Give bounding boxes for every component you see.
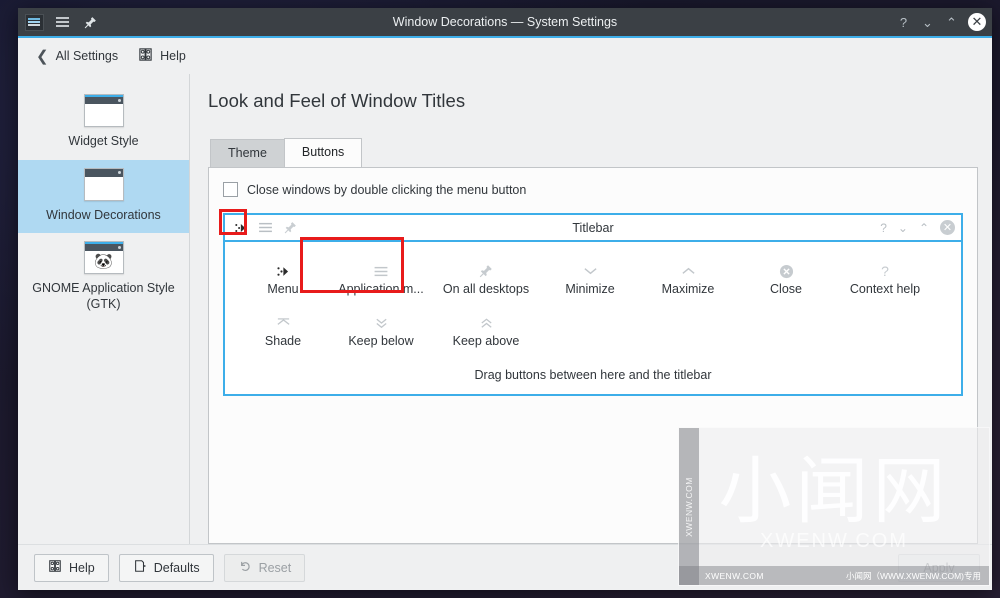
available-button-label: Menu	[267, 282, 299, 296]
preview-application-menu-button[interactable]	[254, 217, 276, 238]
toolbar-help-button[interactable]: Help	[138, 47, 186, 65]
maximize-icon[interactable]: ⌃	[944, 14, 959, 30]
question-mark-icon: ?	[881, 263, 889, 279]
defaults-button[interactable]: Defaults	[118, 553, 214, 582]
keep-above-pin-icon[interactable]	[77, 9, 103, 35]
double-chevron-down-icon	[374, 314, 389, 332]
available-buttons-dropzone[interactable]: Menu Application m... On all desktops Mi…	[225, 242, 961, 394]
available-button-label: Keep below	[348, 334, 414, 348]
preview-titlebar-title: Titlebar	[572, 220, 614, 235]
shade-icon	[276, 314, 291, 332]
window-preview-icon	[83, 94, 124, 127]
app-icon[interactable]	[21, 9, 47, 35]
window-preview-icon	[83, 167, 124, 201]
preview-minimize-button[interactable]: ⌄	[898, 221, 908, 235]
close-circle-icon	[779, 262, 794, 280]
apply-button: Apply	[898, 553, 980, 582]
titlebar-preview: Titlebar ? ⌄ ⌃ ✕ Menu Application m... O…	[223, 213, 963, 396]
preview-context-help-button[interactable]: ?	[880, 221, 887, 235]
close-on-double-click-label: Close windows by double clicking the men…	[247, 182, 527, 197]
chevron-down-icon	[583, 262, 598, 280]
available-button-label: Context help	[849, 282, 921, 296]
available-button-application-menu[interactable]: Application m...	[331, 258, 431, 302]
available-button-on-all-desktops[interactable]: On all desktops	[431, 258, 541, 302]
window-body: Widget Style Window Decorations 🐼 GNOME …	[18, 74, 992, 544]
system-settings-window: Window Decorations — System Settings ? ⌄…	[18, 8, 992, 590]
all-settings-button[interactable]: ❮ All Settings	[36, 47, 118, 65]
settings-sidebar: Widget Style Window Decorations 🐼 GNOME …	[18, 74, 190, 544]
available-buttons-row-2: Shade Keep below Keep above	[225, 310, 961, 354]
toolbar-help-label: Help	[160, 49, 186, 63]
available-button-keep-above[interactable]: Keep above	[431, 310, 541, 354]
available-button-label: Maximize	[661, 282, 715, 296]
sidebar-item-label: Window Decorations	[46, 207, 161, 222]
preview-titlebar: Titlebar ? ⌄ ⌃ ✕	[225, 215, 961, 242]
preview-titlebar-left-buttons	[229, 217, 301, 238]
tab-bar: Theme Buttons	[210, 138, 978, 167]
titlebar-controls: ? ⌄ ⌃ ✕	[896, 13, 992, 31]
reset-button: Reset	[223, 553, 306, 582]
document-revert-icon	[133, 559, 147, 576]
available-button-label: On all desktops	[442, 282, 530, 296]
undo-arrow-icon	[238, 559, 252, 576]
buttons-tab-panel: Close windows by double clicking the men…	[208, 167, 978, 544]
close-icon[interactable]: ✕	[968, 13, 986, 31]
chevron-up-icon	[681, 262, 696, 280]
available-button-maximize[interactable]: Maximize	[639, 258, 737, 302]
drag-hint-text: Drag buttons between here and the titleb…	[474, 368, 712, 382]
help-book-icon	[138, 47, 153, 65]
help-button-label: Help	[69, 560, 95, 575]
window-title: Window Decorations — System Settings	[392, 15, 618, 29]
tab-theme[interactable]: Theme	[210, 139, 285, 167]
hamburger-icon	[374, 262, 388, 280]
preview-menu-button[interactable]	[229, 217, 251, 238]
preview-close-button[interactable]: ✕	[940, 220, 955, 235]
preview-keep-above-button[interactable]	[279, 217, 301, 238]
menu-dots-icon	[275, 262, 291, 280]
available-button-label: Application m...	[338, 282, 424, 296]
available-button-close[interactable]: Close	[737, 258, 835, 302]
main-content: Look and Feel of Window Titles Theme But…	[190, 74, 992, 544]
page-title: Look and Feel of Window Titles	[208, 90, 466, 111]
gnome-window-icon: 🐼	[83, 241, 124, 275]
tab-buttons[interactable]: Buttons	[283, 138, 363, 167]
available-button-menu[interactable]: Menu	[235, 258, 331, 302]
available-button-keep-below[interactable]: Keep below	[331, 310, 431, 354]
all-settings-label: All Settings	[55, 49, 119, 63]
app-toolbar: ❮ All Settings Help	[18, 38, 992, 74]
bottom-button-bar: Help Defaults Reset Apply	[18, 544, 992, 590]
minimize-icon[interactable]: ⌄	[920, 14, 935, 30]
help-button[interactable]: Help	[34, 553, 109, 582]
help-book-icon	[48, 559, 62, 576]
available-button-shade[interactable]: Shade	[235, 310, 331, 354]
reset-button-label: Reset	[258, 560, 292, 575]
context-help-icon[interactable]: ?	[896, 14, 911, 30]
preview-titlebar-right-buttons: ? ⌄ ⌃ ✕	[880, 220, 955, 235]
menu-icon[interactable]	[49, 9, 75, 35]
double-chevron-up-icon	[479, 314, 494, 332]
window-titlebar: Window Decorations — System Settings ? ⌄…	[18, 8, 992, 38]
available-button-minimize[interactable]: Minimize	[541, 258, 639, 302]
chevron-left-icon: ❮	[36, 48, 49, 65]
available-button-context-help[interactable]: ? Context help	[835, 258, 935, 302]
close-on-double-click-checkbox[interactable]	[223, 182, 238, 197]
sidebar-item-window-decorations[interactable]: Window Decorations	[18, 159, 189, 234]
apply-button-label: Apply	[923, 560, 955, 575]
sidebar-item-gnome-application-style[interactable]: 🐼 GNOME Application Style (GTK)	[18, 233, 189, 322]
preview-maximize-button[interactable]: ⌃	[919, 221, 929, 235]
sidebar-item-label: Widget Style	[68, 134, 139, 148]
titlebar-left-buttons	[18, 9, 103, 35]
available-button-label: Minimize	[565, 282, 615, 296]
available-button-label: Close	[770, 282, 802, 296]
available-button-label: Keep above	[452, 334, 520, 348]
sidebar-item-widget-style[interactable]: Widget Style	[18, 86, 189, 160]
available-button-label: Shade	[264, 334, 302, 348]
defaults-button-label: Defaults	[153, 560, 200, 575]
close-on-double-click-checkbox-row[interactable]: Close windows by double clicking the men…	[223, 182, 963, 197]
pin-icon	[479, 262, 493, 280]
available-buttons-row-1: Menu Application m... On all desktops Mi…	[225, 258, 961, 302]
sidebar-item-label: GNOME Application Style (GTK)	[32, 281, 175, 311]
